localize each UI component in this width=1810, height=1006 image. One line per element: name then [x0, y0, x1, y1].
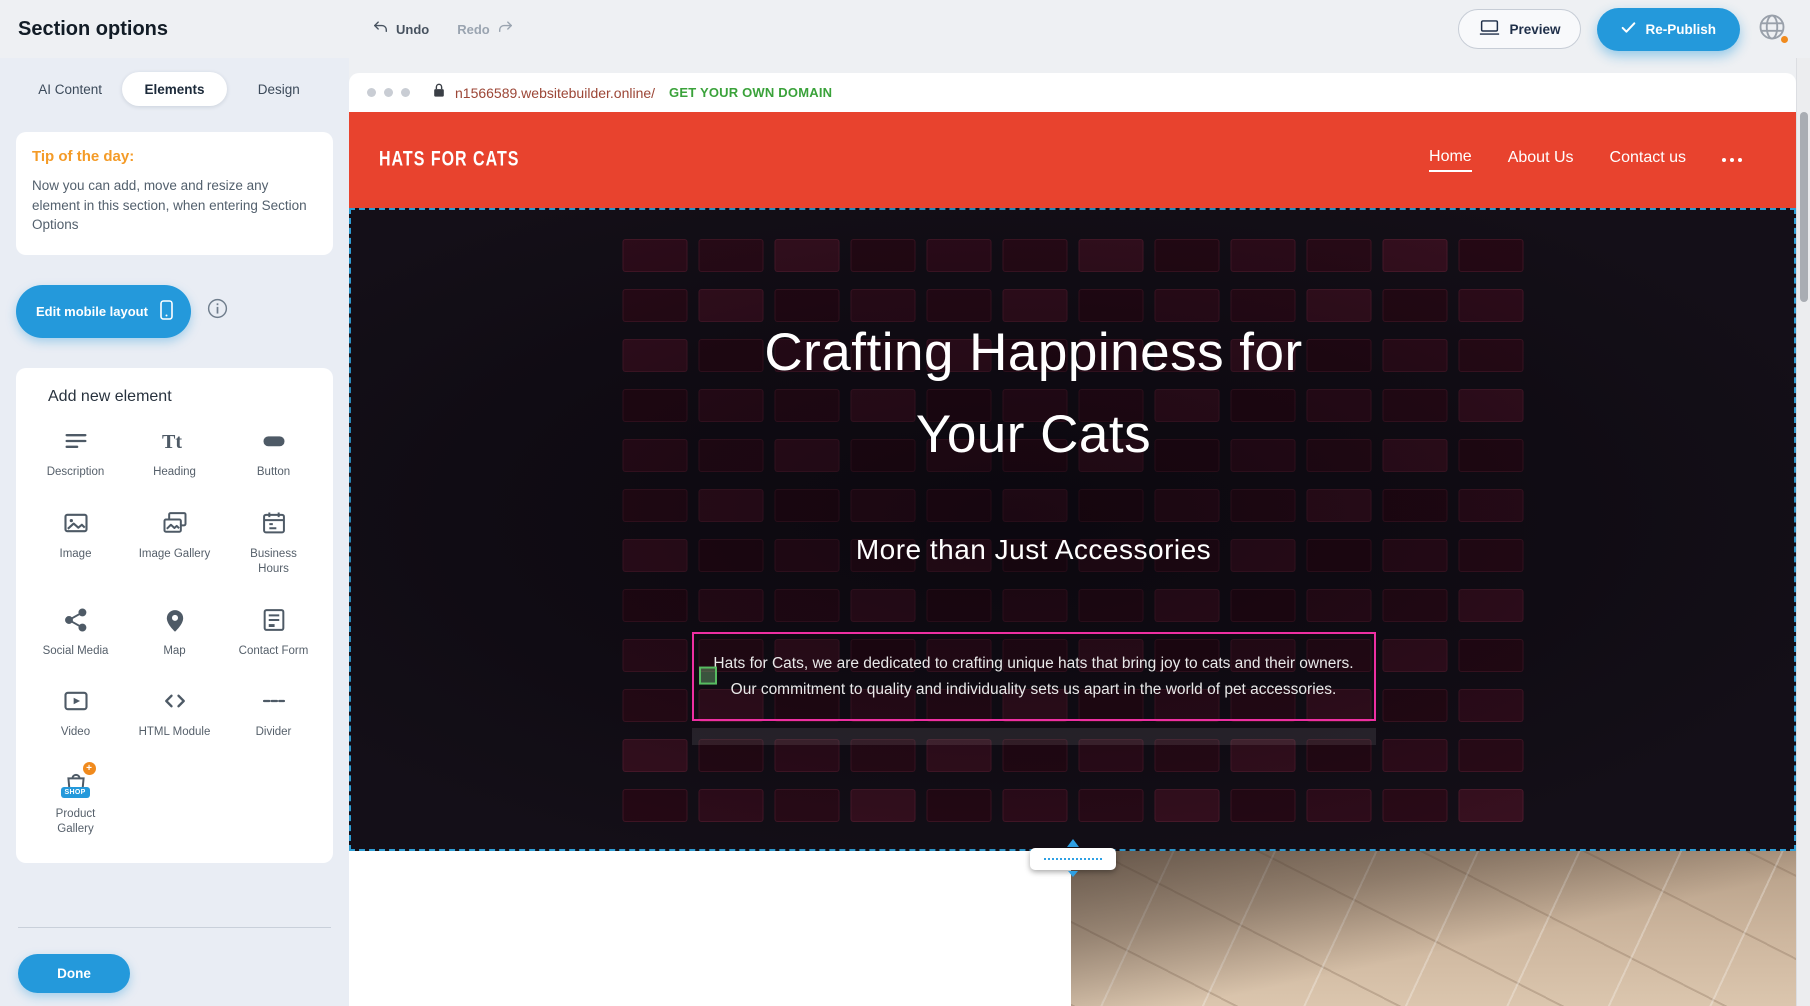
- add-new-element-panel: Add new element Description Tt Heading B…: [16, 368, 333, 864]
- element-image-gallery[interactable]: Image Gallery: [125, 506, 224, 577]
- language-globe-button[interactable]: [1756, 13, 1788, 45]
- element-video[interactable]: Video: [26, 684, 125, 740]
- scrollbar-thumb[interactable]: [1800, 112, 1808, 302]
- image-gallery-icon: [158, 506, 192, 540]
- get-domain-link[interactable]: GET YOUR OWN DOMAIN: [669, 85, 832, 100]
- divider-icon: [257, 684, 291, 718]
- map-pin-icon: [158, 603, 192, 637]
- hero-section-selected[interactable]: Crafting Happiness for Your Cats More th…: [349, 208, 1796, 851]
- element-heading[interactable]: Tt Heading: [125, 424, 224, 480]
- phone-icon: [160, 300, 173, 323]
- business-hours-icon: [257, 506, 291, 540]
- nav-more-icon[interactable]: [1722, 158, 1742, 162]
- image-icon: [59, 506, 93, 540]
- preview-button[interactable]: Preview: [1458, 9, 1581, 49]
- element-button[interactable]: Button: [224, 424, 323, 480]
- browser-chrome-bar: n1566589.websitebuilder.online/ GET YOUR…: [349, 73, 1796, 112]
- edit-mobile-layout-button[interactable]: Edit mobile layout: [16, 285, 191, 338]
- description-icon: [59, 424, 93, 458]
- code-icon: [158, 684, 192, 718]
- element-contact-form[interactable]: Contact Form: [224, 603, 323, 659]
- republish-button[interactable]: Re-Publish: [1597, 8, 1740, 51]
- hero-paragraph-selected[interactable]: Hats for Cats, we are dedicated to craft…: [692, 632, 1376, 721]
- done-button[interactable]: Done: [18, 954, 130, 993]
- monitor-icon: [1479, 19, 1500, 39]
- topbar: Section options Undo Redo Preview Re-P: [0, 0, 1810, 58]
- add-element-title: Add new element: [48, 388, 323, 406]
- sidebar-divider: [18, 927, 331, 928]
- edit-mobile-label: Edit mobile layout: [36, 304, 148, 319]
- tip-title: Tip of the day:: [32, 148, 317, 165]
- page-title: Section options: [18, 18, 168, 41]
- undo-icon: [372, 19, 389, 39]
- nav-home[interactable]: Home: [1429, 148, 1472, 172]
- plus-badge-icon: +: [83, 762, 96, 775]
- svg-text:Tt: Tt: [162, 431, 182, 453]
- site-preview-stage: n1566589.websitebuilder.online/ GET YOUR…: [349, 58, 1796, 1006]
- resize-handle-left[interactable]: [699, 666, 717, 684]
- site-url: n1566589.websitebuilder.online/: [455, 85, 655, 101]
- arrow-up-icon: [1067, 839, 1079, 847]
- element-image[interactable]: Image: [26, 506, 125, 577]
- window-controls: [367, 88, 410, 97]
- element-product-gallery[interactable]: + SHOP Product Gallery: [26, 766, 125, 837]
- preview-label: Preview: [1509, 22, 1560, 37]
- tab-elements[interactable]: Elements: [122, 72, 226, 106]
- element-placeholder-bar: [692, 728, 1376, 745]
- section-options-sidebar: AI Content Elements Design Tip of the da…: [0, 58, 349, 1006]
- lock-icon: [432, 82, 446, 103]
- site-nav: Home About Us Contact us: [1429, 148, 1742, 172]
- republish-label: Re-Publish: [1645, 22, 1716, 37]
- check-icon: [1621, 21, 1636, 37]
- element-description[interactable]: Description: [26, 424, 125, 480]
- history-controls: Undo Redo: [372, 0, 514, 58]
- element-map[interactable]: Map: [125, 603, 224, 659]
- video-icon: [59, 684, 93, 718]
- hero-content: Crafting Happiness for Your Cats More th…: [349, 208, 1796, 851]
- tab-design[interactable]: Design: [227, 72, 331, 106]
- arrow-down-icon: [1068, 871, 1078, 877]
- drag-pill: [1030, 848, 1116, 870]
- hero-subheading[interactable]: More than Just Accessories: [856, 534, 1211, 566]
- redo-label: Redo: [457, 22, 490, 37]
- sidebar-tabs: AI Content Elements Design: [18, 72, 331, 106]
- nav-about-us[interactable]: About Us: [1508, 149, 1574, 171]
- hero-heading[interactable]: Crafting Happiness for Your Cats: [764, 312, 1302, 476]
- shop-badge: SHOP: [61, 787, 90, 798]
- button-icon: [257, 424, 291, 458]
- element-html-module[interactable]: HTML Module: [125, 684, 224, 740]
- element-business-hours[interactable]: Business Hours: [224, 506, 323, 577]
- site-logo[interactable]: HATS FOR CATS: [379, 148, 519, 172]
- notification-dot: [1781, 36, 1788, 43]
- element-divider[interactable]: Divider: [224, 684, 323, 740]
- undo-button[interactable]: Undo: [372, 19, 429, 39]
- product-gallery-icon: + SHOP: [59, 766, 93, 800]
- next-section-white-area[interactable]: [349, 851, 1071, 1006]
- tip-of-the-day-card: Tip of the day: Now you can add, move an…: [16, 132, 333, 255]
- element-grid: Description Tt Heading Button Image: [26, 424, 323, 838]
- nav-contact-us[interactable]: Contact us: [1610, 149, 1686, 171]
- redo-button[interactable]: Redo: [457, 19, 514, 39]
- heading-icon: Tt: [158, 424, 192, 458]
- redo-icon: [497, 19, 514, 39]
- page-scrollbar[interactable]: [1796, 58, 1810, 1006]
- pavement-photo[interactable]: [1071, 851, 1796, 1006]
- tab-ai-content[interactable]: AI Content: [18, 72, 122, 106]
- undo-label: Undo: [396, 22, 429, 37]
- contact-form-icon: [257, 603, 291, 637]
- info-icon[interactable]: [207, 298, 228, 324]
- tip-body: Now you can add, move and resize any ele…: [32, 176, 317, 235]
- element-social-media[interactable]: Social Media: [26, 603, 125, 659]
- section-height-resize-handle[interactable]: [1030, 839, 1116, 877]
- site-header: HATS FOR CATS Home About Us Contact us: [349, 112, 1796, 208]
- social-media-icon: [59, 603, 93, 637]
- topbar-actions: Preview Re-Publish: [1458, 0, 1788, 58]
